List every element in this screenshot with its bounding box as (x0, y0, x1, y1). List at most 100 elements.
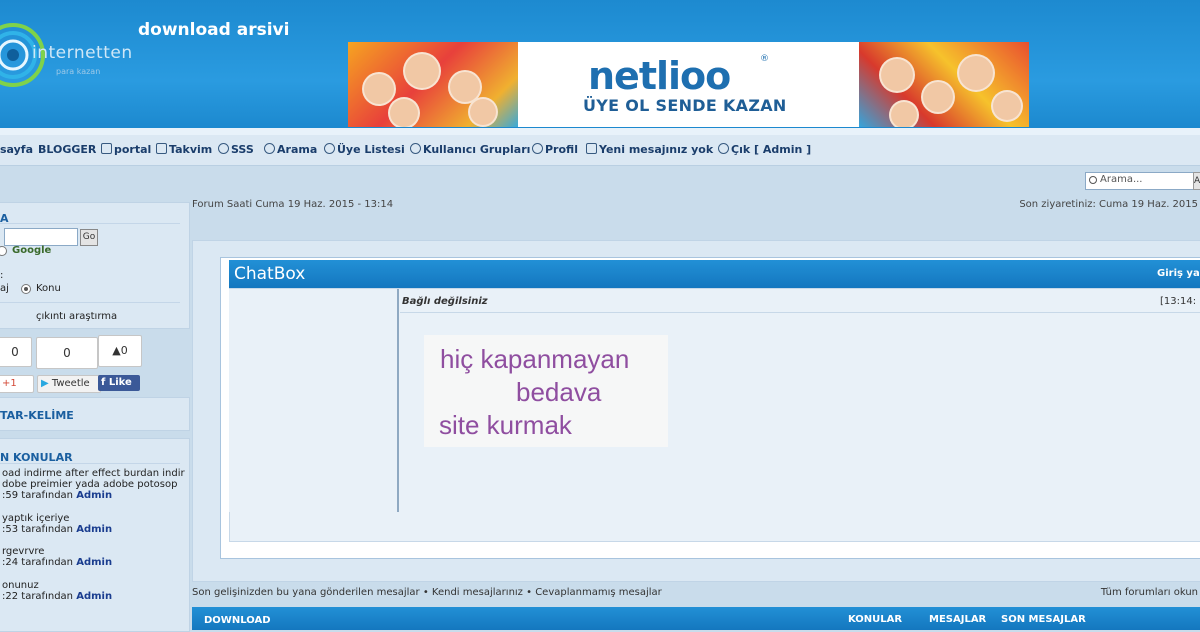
group-icon (410, 143, 421, 154)
like-count: 0 (120, 344, 128, 357)
site-title[interactable]: download arsivi (138, 20, 289, 40)
nav-profile[interactable]: Profil (532, 143, 578, 156)
nav-faq-label: SSS (231, 143, 254, 156)
recent-topic-time: :24 tarafından (2, 557, 74, 568)
envelope-icon (586, 143, 597, 154)
like-count-box: ▲0 (98, 335, 142, 367)
recent-topic-title[interactable]: rgevrvre (2, 546, 44, 557)
header-search-button[interactable]: A (1193, 172, 1200, 190)
tweet-button[interactable]: ▶ Tweetle (37, 375, 101, 393)
sidebar-divider (0, 223, 180, 224)
facebook-icon: f (101, 377, 106, 388)
nav-logout-label: Çık [ Admin ] (731, 143, 812, 156)
nav-member-list-label: Üye Listesi (337, 143, 405, 156)
nav-member-list[interactable]: Üye Listesi (324, 143, 405, 156)
thumbs-up-icon: ▲ (112, 344, 121, 357)
nav-home[interactable]: sayfa (0, 143, 33, 156)
faq-icon (218, 143, 229, 154)
nav-home-label: sayfa (0, 143, 34, 156)
nav-logout[interactable]: Çık [ Admin ] (718, 143, 811, 156)
nav-portal[interactable]: portal (101, 143, 151, 156)
sidebar-search-panel (0, 202, 190, 329)
promo-line-3: site kurmak (439, 410, 572, 440)
recent-topic-meta: :24 tarafından Admin (2, 557, 112, 568)
last-visit: Son ziyaretiniz: Cuma 19 Haz. 2015 (1019, 199, 1198, 210)
recent-topic-author[interactable]: Admin (76, 591, 112, 602)
sidebar-go-button[interactable]: Go (80, 229, 98, 246)
gplus-count: 0 (0, 337, 32, 367)
logo-subtitle: para kazan (56, 67, 101, 76)
power-icon (718, 143, 729, 154)
column-last-posts: SON MESAJLAR (1001, 614, 1086, 625)
promo-line-2: bedava (516, 377, 602, 407)
advertisement-banner[interactable]: netlioo ® ÜYE OL SENDE KAZAN (348, 42, 1029, 127)
sidebar-search-input[interactable] (4, 228, 78, 246)
recent-topic-time: :22 tarafından (2, 591, 74, 602)
chatbox-title: ChatBox (234, 264, 306, 284)
nav-portal-label: portal (114, 143, 152, 156)
like-button-label: Like (108, 377, 132, 388)
tweet-button-label: Tweetle (51, 378, 90, 389)
sidebar-divider (0, 302, 180, 303)
chat-timestamp: [13:14: (1160, 296, 1197, 307)
column-posts: MESAJLAR (929, 614, 987, 625)
portal-icon (101, 143, 112, 154)
sidebar-divider (0, 463, 180, 464)
promo-line-1: hiç kapanmayan (440, 344, 630, 374)
recent-topic-time: :59 tarafından (2, 490, 74, 501)
nav-faq[interactable]: SSS (218, 143, 254, 156)
option-topic-label: Konu (36, 283, 61, 294)
chatbox-login-link[interactable]: Giriş ya (1157, 268, 1200, 279)
topic-radio[interactable] (21, 284, 31, 294)
forum-time: Forum Saati Cuma 19 Haz. 2015 - 13:14 (192, 199, 394, 210)
since-last-visit-link[interactable]: Son gelişinizden bu yana gönderilen mesa… (192, 587, 420, 598)
recent-topic-title[interactable]: yaptık içeriye (2, 513, 69, 524)
calendar-icon (156, 143, 167, 154)
recent-topic-meta: :53 tarafından Admin (2, 524, 112, 535)
nav-messages-label: Yeni mesajınız yok (599, 143, 714, 156)
unanswered-link[interactable]: Cevaplanmamış mesajlar (535, 587, 662, 598)
profile-icon (532, 143, 543, 154)
nav-messages[interactable]: Yeni mesajınız yok (586, 143, 713, 156)
banner-photo-right (859, 42, 1029, 127)
facebook-like-button[interactable]: f Like (98, 375, 140, 391)
nav-profile-label: Profil (545, 143, 578, 156)
logo-text[interactable]: internetten (32, 43, 133, 63)
banner-slogan: ÜYE OL SENDE KAZAN (583, 96, 787, 115)
nav-search[interactable]: Arama (264, 143, 317, 156)
gplus-button-label: +1 (2, 378, 17, 389)
twitter-bird-icon: ▶ (41, 378, 49, 389)
recent-topic-meta: :22 tarafından Admin (2, 591, 112, 602)
option-message-label: aj (0, 283, 9, 294)
chat-user-list (229, 289, 399, 512)
recent-topic-time: :53 tarafından (2, 524, 74, 535)
nav-search-label: Arama (277, 143, 318, 156)
nav-user-groups-label: Kullanıcı Grupları (423, 143, 531, 156)
recent-topic-title[interactable]: onunuz (2, 580, 39, 591)
recent-topic-title-cont[interactable]: dobe preimier yada adobe potosop (2, 479, 177, 490)
own-posts-link[interactable]: Kendi mesajlarınız (432, 587, 523, 598)
banner-brand: netlioo (588, 54, 731, 98)
category-title[interactable]: DOWNLOAD (204, 615, 271, 626)
subnav-bar (0, 166, 1200, 194)
nav-blogger[interactable]: BLOGGER (38, 143, 96, 156)
chat-divider (400, 312, 1200, 313)
member-icon (324, 143, 335, 154)
advanced-search-link[interactable]: çıkıntı araştırma (36, 311, 117, 322)
promo-image[interactable]: hiç kapanmayan bedava site kurmak (424, 335, 668, 447)
tweet-count: 0 (36, 337, 98, 369)
nav-calendar[interactable]: Takvim (156, 143, 212, 156)
keywords-title: TAR-KELİME (0, 409, 74, 422)
recent-topic-author[interactable]: Admin (76, 490, 112, 501)
magnifier-icon (1089, 176, 1097, 184)
header-search-input[interactable]: Arama... (1100, 174, 1143, 185)
recent-topic-title[interactable]: oad indirme after effect burdan indir (2, 468, 185, 479)
recent-topic-author[interactable]: Admin (76, 557, 112, 568)
recent-topic-author[interactable]: Admin (76, 524, 112, 535)
mark-all-read-link[interactable]: Tüm forumları okun (1101, 587, 1198, 598)
gplus-button[interactable]: +1 (0, 375, 34, 393)
header-divider (0, 128, 1200, 135)
banner-photo-left (348, 42, 518, 127)
nav-user-groups[interactable]: Kullanıcı Grupları (410, 143, 530, 156)
chat-connection-status: Bağlı değilsiniz (402, 296, 488, 307)
